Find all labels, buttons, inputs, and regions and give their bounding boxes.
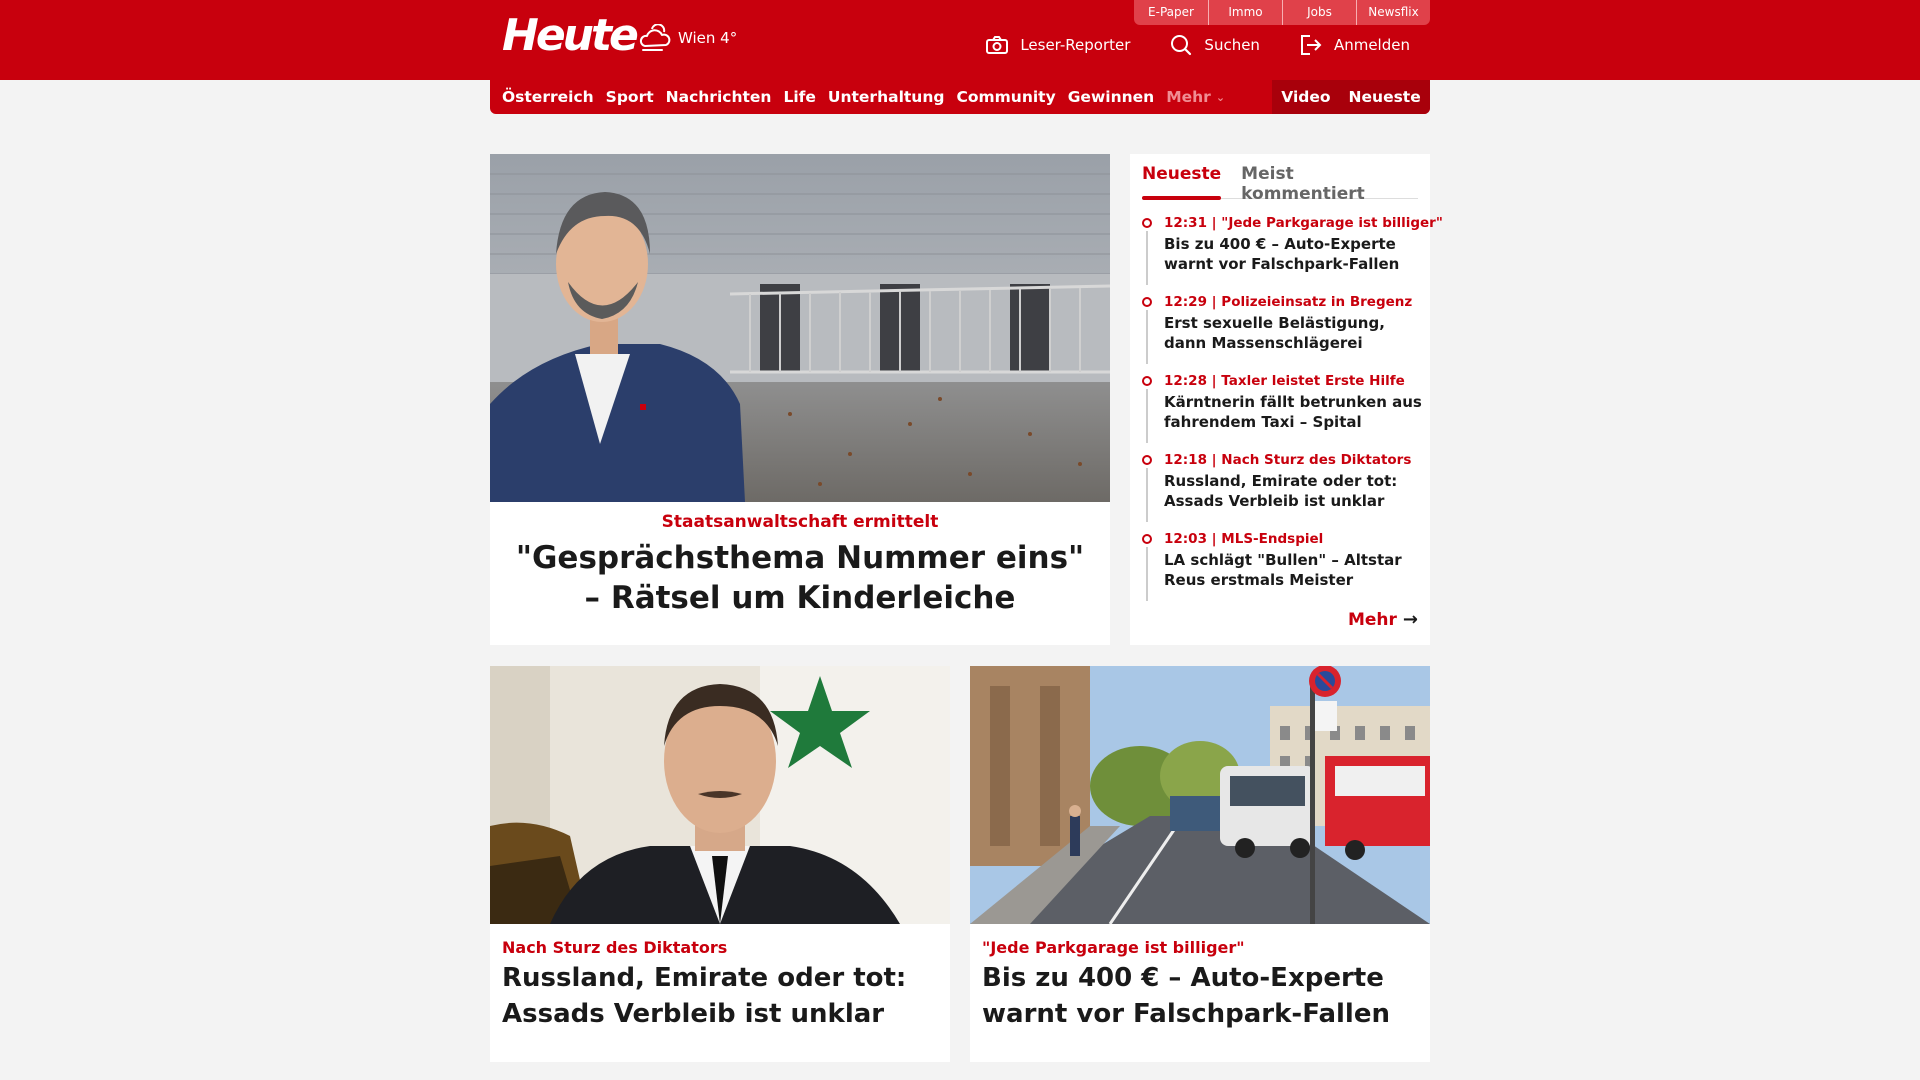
header-inner: Heute Wien 4° E-Paper Immo Jobs Newsflix (490, 0, 1430, 80)
sidebar-more-link[interactable]: Mehr → (1348, 609, 1418, 630)
feed-item-title[interactable]: Erst sexuelle Belästigung, dann Massensc… (1164, 313, 1422, 353)
nav-item-sport[interactable]: Sport (606, 88, 654, 106)
nav-item-oesterreich[interactable]: Österreich (502, 88, 594, 106)
nav-item-video[interactable]: Video (1281, 88, 1330, 106)
timeline-line (1146, 231, 1148, 285)
timeline-dot-icon (1142, 376, 1152, 386)
timeline-dot-icon (1142, 297, 1152, 307)
nav-item-neueste[interactable]: Neueste (1349, 88, 1421, 106)
site-logo[interactable]: Heute (502, 10, 639, 62)
feed-item[interactable]: 12:29 | Polizeieinsatz in Bregenz Erst s… (1142, 293, 1422, 372)
feed-item-kicker: 12:29 | Polizeieinsatz in Bregenz (1164, 294, 1413, 310)
feed-item-kicker: 12:31 | "Jede Parkgarage ist billiger" (1164, 215, 1443, 231)
article-card[interactable]: Nach Sturz des Diktators Russland, Emira… (490, 666, 950, 1062)
feed-item[interactable]: 12:28 | Taxler leistet Erste Hilfe Kärnt… (1142, 372, 1422, 451)
card-image[interactable] (490, 666, 950, 924)
header-actions: Leser-Reporter Suchen Anmelden (946, 34, 1410, 56)
feed-item-title[interactable]: LA schlägt "Bullen" – Altstar Reus erstm… (1164, 550, 1422, 590)
nav-item-community[interactable]: Community (956, 88, 1055, 106)
weather-label: Wien 4° (678, 29, 738, 47)
tab-neueste[interactable]: Neueste (1142, 154, 1222, 200)
timeline-line (1146, 310, 1148, 364)
arrow-right-icon: → (1402, 609, 1418, 630)
site-header: Heute Wien 4° E-Paper Immo Jobs Newsflix (0, 0, 1920, 80)
tab-meist-kommentiert[interactable]: Meist kommentiert (1241, 154, 1398, 204)
weather-widget[interactable]: Wien 4° (638, 24, 737, 52)
article-card[interactable]: "Jede Parkgarage ist billiger" Bis zu 40… (970, 666, 1430, 1062)
street-parking-photo (970, 666, 1430, 924)
sidebar-more-label: Mehr (1347, 609, 1397, 630)
hero-article[interactable]: Staatsanwaltschaft ermittelt "Gesprächst… (490, 154, 1110, 645)
feed-item-title[interactable]: Kärntnerin fällt betrunken aus fahrendem… (1164, 392, 1422, 432)
camera-icon (986, 36, 1009, 54)
nav-right: Video Neueste (1272, 80, 1430, 114)
timeline-line (1146, 389, 1148, 443)
utility-link-epaper[interactable]: E-Paper (1134, 0, 1208, 25)
card-kicker: Nach Sturz des Diktators (502, 938, 728, 957)
timeline-dot-icon (1142, 455, 1152, 465)
login-button[interactable]: Anmelden (1300, 35, 1410, 55)
search-label: Suchen (1204, 36, 1260, 54)
nav-more-label: Mehr (1166, 88, 1211, 106)
sidebar-tabs: Neueste Meist kommentiert (1142, 154, 1418, 204)
feed-item-kicker: 12:28 | Taxler leistet Erste Hilfe (1164, 373, 1405, 389)
nav-item-life[interactable]: Life (783, 88, 815, 106)
feed-item[interactable]: 12:18 | Nach Sturz des Diktators Russlan… (1142, 451, 1422, 530)
chevron-down-icon: ⌄ (1215, 90, 1226, 104)
nav-more-dropdown[interactable]: Mehr ⌄ (1166, 88, 1225, 106)
feed-item-kicker: 12:03 | MLS-Endspiel (1164, 531, 1324, 547)
nav-item-unterhaltung[interactable]: Unterhaltung (828, 88, 945, 106)
utility-link-newsflix[interactable]: Newsflix (1356, 0, 1430, 25)
hero-title[interactable]: "Gesprächsthema Nummer eins" – Rätsel um… (510, 538, 1090, 618)
news-sidebar: Neueste Meist kommentiert 12:31 | "Jede … (1130, 154, 1443, 645)
hero-photo (490, 154, 1110, 502)
utility-link-immo[interactable]: Immo (1208, 0, 1282, 25)
nav-item-gewinnen[interactable]: Gewinnen (1068, 88, 1154, 106)
feed-item[interactable]: 12:31 | "Jede Parkgarage ist billiger" B… (1142, 214, 1443, 293)
hero-kicker: Staatsanwaltschaft ermittelt (661, 512, 939, 532)
nav-item-nachrichten[interactable]: Nachrichten (666, 88, 772, 106)
card-kicker: "Jede Parkgarage ist billiger" (982, 938, 1245, 957)
leser-reporter-label: Leser-Reporter (1020, 36, 1131, 54)
login-icon (1300, 35, 1322, 55)
timeline-dot-icon (1142, 218, 1152, 228)
feed-item-kicker: 12:18 | Nach Sturz des Diktators (1164, 452, 1412, 468)
card-title[interactable]: Bis zu 400 € – Auto-Experte warnt vor Fa… (982, 960, 1422, 1032)
assad-photo (490, 666, 950, 924)
feed-item[interactable]: 12:03 | MLS-Endspiel LA schlägt "Bullen"… (1142, 530, 1422, 609)
leser-reporter-button[interactable]: Leser-Reporter (986, 36, 1130, 54)
cloud-sun-icon (639, 24, 671, 51)
feed-item-title[interactable]: Russland, Emirate oder tot: Assads Verbl… (1164, 471, 1422, 511)
timeline-line (1146, 547, 1148, 601)
search-button[interactable]: Suchen (1170, 34, 1260, 56)
feed-item-title[interactable]: Bis zu 400 € – Auto-Experte warnt vor Fa… (1164, 234, 1422, 274)
timeline-dot-icon (1142, 534, 1152, 544)
card-title[interactable]: Russland, Emirate oder tot: Assads Verbl… (502, 960, 942, 1032)
card-image[interactable] (970, 666, 1430, 924)
utility-links: E-Paper Immo Jobs Newsflix (1134, 0, 1430, 25)
main-nav: Österreich Sport Nachrichten Life Unterh… (490, 80, 1430, 114)
utility-link-jobs[interactable]: Jobs (1282, 0, 1356, 25)
hero-image[interactable] (490, 154, 1110, 502)
nav-items: Österreich Sport Nachrichten Life Unterh… (502, 80, 1237, 114)
search-icon (1171, 35, 1192, 56)
latest-feed: 12:31 | "Jede Parkgarage ist billiger" B… (1142, 214, 1443, 609)
login-label: Anmelden (1333, 36, 1410, 54)
timeline-line (1146, 468, 1148, 522)
